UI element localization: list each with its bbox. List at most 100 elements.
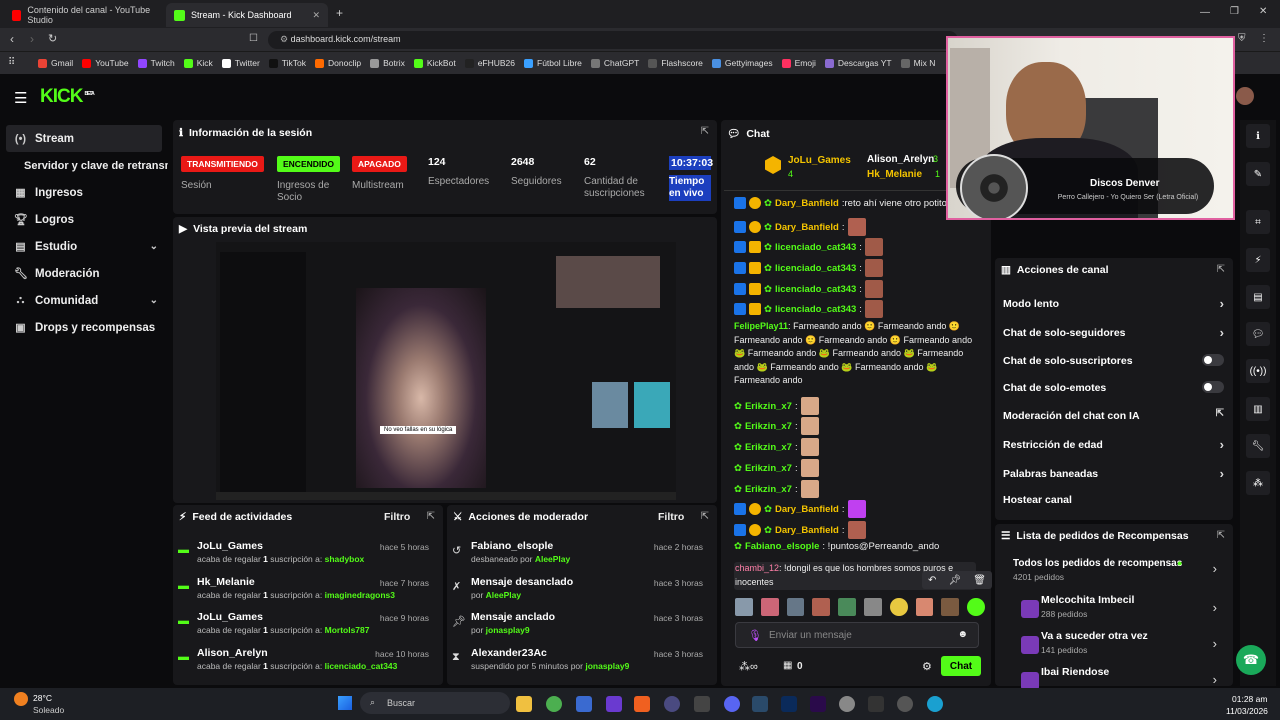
- close-window-icon[interactable]: ✕: [1259, 6, 1267, 17]
- channel-action-item[interactable]: Palabras baneadas ›: [1003, 466, 1228, 481]
- bookmark-item[interactable]: Fútbol Libre: [524, 58, 582, 68]
- chat-username[interactable]: Dary_Banfield: [775, 504, 839, 515]
- chat-username[interactable]: chambi_12: [735, 563, 779, 573]
- chat-username[interactable]: Erikzin_x7: [745, 442, 792, 453]
- back-icon[interactable]: ‹: [10, 32, 14, 46]
- chat-username[interactable]: FelipePlay11: [734, 321, 788, 331]
- app-icon[interactable]: [606, 696, 622, 712]
- sidebar-item-logros[interactable]: 🏆︎ Logros: [0, 206, 168, 233]
- chrome-icon[interactable]: [546, 696, 562, 712]
- toggle-switch[interactable]: [1202, 354, 1224, 366]
- feed-filter-button[interactable]: Filtro: [384, 511, 410, 523]
- edit-icon[interactable]: ✎: [1246, 162, 1270, 186]
- reward-item[interactable]: Va a suceder otra vez 141 pedidos ›: [1003, 630, 1223, 664]
- reply-icon[interactable]: ↶: [928, 575, 936, 586]
- chat-username[interactable]: Erikzin_x7: [745, 421, 792, 432]
- bookmark-item[interactable]: Kick: [183, 58, 213, 68]
- top-gifter-name[interactable]: Hk_Melanie: [867, 169, 922, 180]
- chat-icon[interactable]: 💬︎: [1246, 322, 1270, 346]
- apps-icon[interactable]: ⠿: [8, 57, 15, 68]
- lightning-icon[interactable]: ⚡︎: [1246, 248, 1270, 272]
- media-player-icon[interactable]: [897, 696, 913, 712]
- app-icon[interactable]: [664, 696, 680, 712]
- photoshop-icon[interactable]: [781, 696, 797, 712]
- mod-row[interactable]: ✗ Mensaje desanclado hace 3 horas por AleeP…: [447, 576, 703, 612]
- channel-action-item[interactable]: Moderación del chat con IA ⇱: [1003, 408, 1228, 422]
- bookmark-item[interactable]: ChatGPT: [590, 58, 639, 68]
- trash-icon[interactable]: 🗑︎: [973, 575, 986, 586]
- reload-icon[interactable]: ↻: [48, 32, 57, 45]
- bookmark-item[interactable]: Twitch: [137, 58, 175, 68]
- chat-username[interactable]: Fabiano_elsople: [745, 541, 819, 552]
- chat-username[interactable]: licenciado_cat343: [775, 284, 856, 295]
- browser-tab-youtube[interactable]: Contenido del canal - YouTube Studio: [4, 3, 164, 27]
- close-tab-icon[interactable]: ✕: [312, 10, 320, 21]
- chat-username[interactable]: licenciado_cat343: [775, 242, 856, 253]
- mod-row[interactable]: ⧗ Alexander23Ac hace 3 horas suspendido por…: [447, 647, 703, 683]
- bookmark-item[interactable]: Descargas YT: [824, 58, 892, 68]
- community-icon[interactable]: ⁂: [1246, 471, 1270, 495]
- app-icon[interactable]: [868, 696, 884, 712]
- taskbar-search[interactable]: ⌕ Buscar: [360, 692, 510, 714]
- channel-action-item[interactable]: Hostear canal: [1003, 494, 1228, 506]
- reward-all[interactable]: Todos los pedidos de recompensas ● 4201 …: [1003, 558, 1223, 588]
- sidebar-item-comunidad[interactable]: ⛬ Comunidad ⌄: [0, 287, 168, 314]
- mod-row[interactable]: 📌︎ Mensaje anclado hace 3 horas por jonaspl…: [447, 611, 703, 647]
- hamburger-menu-icon[interactable]: ☰: [14, 89, 27, 107]
- bookmark-item[interactable]: Flashscore: [648, 58, 703, 68]
- minimize-icon[interactable]: —: [1200, 7, 1210, 18]
- steam-icon[interactable]: [752, 696, 768, 712]
- channel-action-item[interactable]: Modo lento ›: [1003, 296, 1228, 311]
- emote-icon[interactable]: [760, 598, 779, 616]
- toggle-switch[interactable]: [1202, 381, 1224, 393]
- channel-action-item[interactable]: Chat de solo-emotes: [1003, 381, 1228, 394]
- popout-icon[interactable]: ⇱: [1217, 264, 1225, 275]
- emote-icon[interactable]: [786, 598, 805, 616]
- top-gifter-name[interactable]: Alison_Arelyn: [867, 154, 934, 165]
- menu-icon[interactable]: ⋮: [1259, 33, 1269, 44]
- kick-logo[interactable]: KICK BETA: [40, 86, 95, 108]
- settings-icon[interactable]: [839, 696, 855, 712]
- url-input[interactable]: ⚙ dashboard.kick.com/stream: [268, 31, 958, 49]
- chat-username[interactable]: Erikzin_x7: [745, 484, 792, 495]
- bookmark-item[interactable]: Emoji: [781, 58, 816, 68]
- bookmark-item[interactable]: Donoclip: [315, 58, 361, 68]
- mic-icon[interactable]: 🎙︎: [748, 629, 762, 642]
- emote-icon[interactable]: [889, 598, 908, 616]
- bookmark-icon[interactable]: ☐: [249, 33, 258, 44]
- bookmark-item[interactable]: KickBot: [413, 58, 456, 68]
- stream-preview-video[interactable]: No veo fallas en su lógica: [216, 242, 676, 500]
- emote-icon[interactable]: [838, 598, 856, 616]
- premiere-icon[interactable]: [810, 696, 826, 712]
- app-icon[interactable]: [694, 696, 710, 712]
- layout-icon[interactable]: ▥: [1246, 397, 1270, 421]
- pin-icon[interactable]: 📌︎: [948, 575, 961, 586]
- emote-icon[interactable]: [735, 598, 753, 616]
- chat-username[interactable]: Erikzin_x7: [745, 401, 792, 412]
- forward-icon[interactable]: ›: [30, 32, 34, 46]
- mod-row[interactable]: ↺ Fabiano_elsople hace 2 horas desbaneado p…: [447, 540, 703, 576]
- brave-icon[interactable]: [634, 696, 650, 712]
- bookmark-item[interactable]: Botrix: [370, 58, 405, 68]
- windows-start-icon[interactable]: [338, 696, 352, 710]
- emote-icon[interactable]: [967, 598, 985, 616]
- top-gifter-name[interactable]: JoLu_Games: [788, 155, 851, 166]
- bookmark-item[interactable]: Mix N: [900, 58, 935, 68]
- infinity-icon[interactable]: ⁂∞: [739, 660, 758, 673]
- popout-icon[interactable]: ⇱: [701, 511, 709, 522]
- sidebar-item-server-key[interactable]: Servidor y clave de retransmisión: [0, 152, 168, 179]
- emoji-icon[interactable]: ☻: [957, 629, 968, 640]
- feed-row[interactable]: ▬ Alison_Arelyn hace 10 horas acaba de rega…: [173, 647, 429, 683]
- emote-icon[interactable]: [812, 598, 831, 616]
- app-icon[interactable]: [576, 696, 592, 712]
- sidebar-item-moderacion[interactable]: 🔧︎ Moderación: [0, 260, 168, 287]
- mod-filter-button[interactable]: Filtro: [658, 511, 684, 523]
- popout-icon[interactable]: ⇱: [427, 511, 435, 522]
- chat-input[interactable]: 🎙︎ Enviar un mensaje ☻: [735, 622, 979, 648]
- discord-icon[interactable]: [724, 696, 740, 712]
- bookmark-item[interactable]: Gettyimages: [711, 58, 773, 68]
- chat-username[interactable]: Dary_Banfield: [775, 198, 839, 209]
- clipboard-icon[interactable]: ▤: [1246, 285, 1270, 309]
- channel-action-item[interactable]: Restricción de edad ›: [1003, 437, 1228, 452]
- reward-item[interactable]: Ibai Riendose ›: [1003, 666, 1223, 690]
